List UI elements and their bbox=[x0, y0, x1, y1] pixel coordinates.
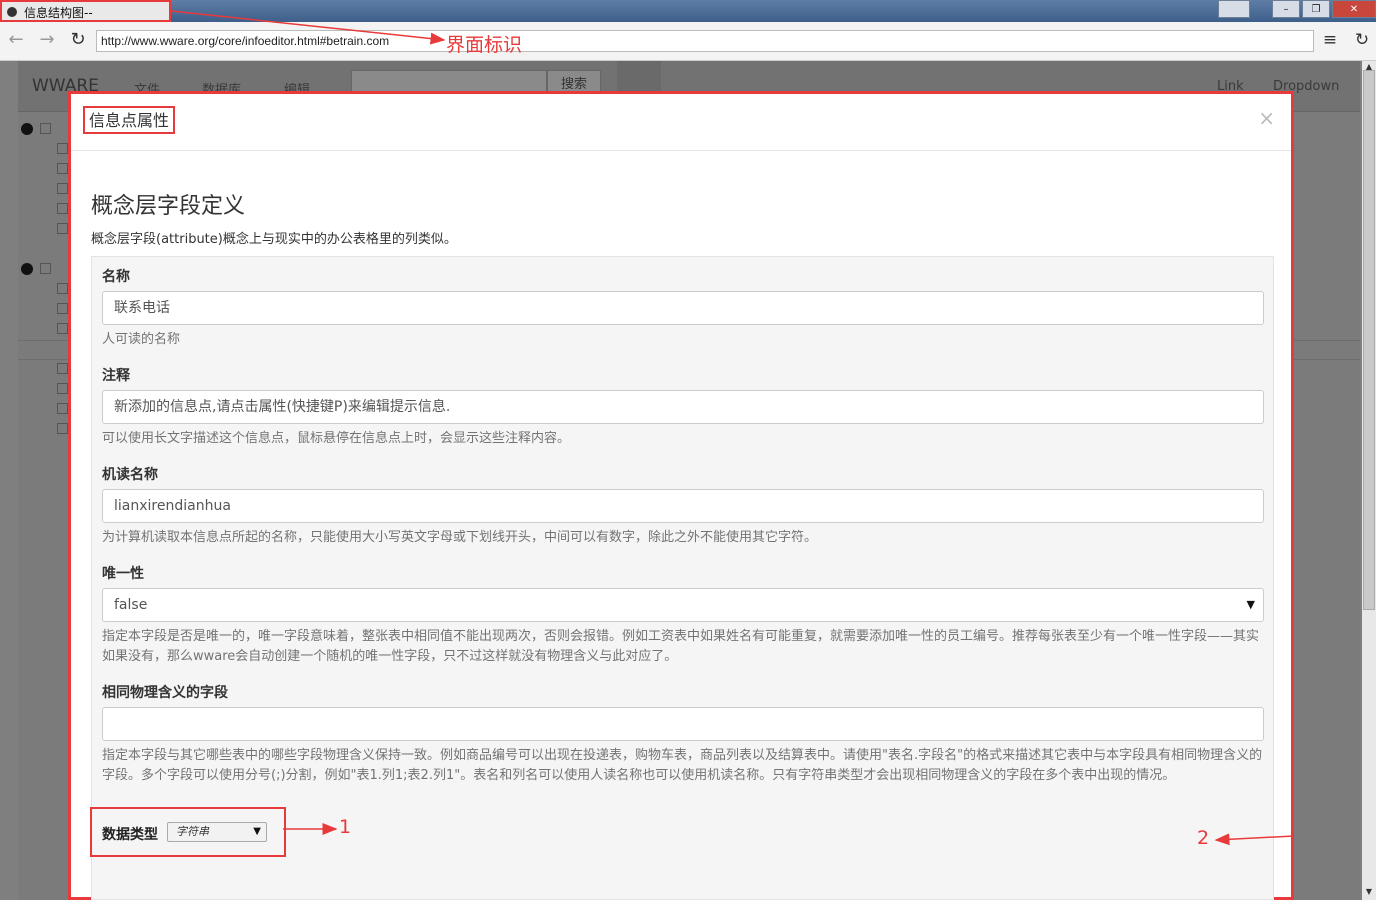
browser-tab[interactable]: 信息结构图--betrain.com bbox=[0, 0, 171, 42]
checkbox-icon bbox=[57, 403, 68, 414]
attribute-modal: 信息点属性 × 概念层字段定义 概念层字段(attribute)概念上与现实中的… bbox=[68, 91, 1294, 900]
machine-name-input[interactable]: lianxirendianhua bbox=[102, 489, 1264, 523]
checkbox-icon bbox=[57, 223, 68, 234]
close-icon[interactable]: × bbox=[1258, 106, 1275, 130]
checkbox-icon bbox=[57, 183, 68, 194]
data-type-label: 数据类型 bbox=[102, 827, 158, 843]
url-input[interactable]: http://www.wware.org/core/infoeditor.htm… bbox=[96, 30, 1314, 52]
minimize-button[interactable]: – bbox=[1272, 0, 1300, 18]
marker-1-label: 1 bbox=[339, 816, 352, 838]
checkbox-icon bbox=[57, 323, 68, 334]
same-physical-help: 指定本字段与其它哪些表中的哪些字段物理含义保持一致。例如商品编号可以出现在投递表… bbox=[102, 748, 1263, 783]
unique-label: 唯一性 bbox=[102, 566, 144, 582]
comment-help: 可以使用长文字描述这个信息点，鼠标悬停在信息点上时，会显示这些注释内容。 bbox=[102, 431, 571, 446]
section-description: 概念层字段(attribute)概念上与现实中的办公表格里的列类似。 bbox=[91, 232, 457, 247]
same-physical-label: 相同物理含义的字段 bbox=[102, 685, 228, 701]
checkbox-icon bbox=[57, 423, 68, 434]
scroll-up-icon[interactable]: ▲ bbox=[1362, 62, 1376, 72]
form-well bbox=[91, 256, 1274, 900]
extension-icon[interactable] bbox=[1218, 0, 1250, 18]
checkbox-icon bbox=[57, 203, 68, 214]
collapse-icon bbox=[21, 263, 33, 275]
marker-2-label: 2 bbox=[1197, 827, 1210, 849]
back-icon[interactable]: ← bbox=[6, 30, 26, 50]
node-icon bbox=[40, 263, 51, 274]
checkbox-icon bbox=[57, 303, 68, 314]
comment-input[interactable]: 新添加的信息点,请点击属性(快捷键P)来编辑提示信息. bbox=[102, 390, 1264, 424]
checkbox-icon bbox=[57, 163, 68, 174]
favicon-icon bbox=[7, 7, 17, 17]
comment-label: 注释 bbox=[102, 368, 130, 384]
machine-name-help: 为计算机读取本信息点所起的名称，只能使用大小写英文字母或下划线开头，中间可以有数… bbox=[102, 530, 818, 545]
unique-help: 指定本字段是否是唯一的，唯一字段意味着，整张表中相同值不能出现两次，否则会报错。… bbox=[102, 629, 1260, 664]
forward-icon[interactable]: → bbox=[37, 30, 57, 50]
scrollbar-thumb[interactable] bbox=[1363, 70, 1375, 610]
modal-header: 信息点属性 × bbox=[71, 94, 1291, 151]
checkbox-icon bbox=[57, 363, 68, 374]
checkbox-icon bbox=[57, 283, 68, 294]
menu-icon[interactable]: ≡ bbox=[1320, 30, 1340, 50]
checkbox-icon bbox=[57, 383, 68, 394]
name-input[interactable]: 联系电话 bbox=[102, 291, 1264, 325]
select-caret-icon: ▼ bbox=[1246, 598, 1255, 611]
unique-value: false bbox=[114, 597, 148, 613]
scroll-down-icon[interactable]: ▼ bbox=[1362, 887, 1376, 897]
close-window-button[interactable]: ✕ bbox=[1332, 0, 1376, 18]
data-type-value: 字符串 bbox=[176, 825, 209, 838]
reload-icon[interactable]: ↻ bbox=[68, 30, 88, 50]
same-physical-input[interactable] bbox=[102, 707, 1264, 741]
section-title: 概念层字段定义 bbox=[91, 194, 246, 219]
checkbox-icon bbox=[57, 143, 68, 154]
unique-select[interactable]: false ▼ bbox=[102, 588, 1264, 622]
data-type-select[interactable]: 字符串 ▼ bbox=[167, 822, 267, 842]
interface-label-annotation: 界面标识 bbox=[446, 34, 523, 56]
modal-title: 信息点属性 bbox=[83, 106, 176, 134]
browser-toolbar: ← → ↻ http://www.wware.org/core/infoedit… bbox=[0, 22, 1376, 61]
name-label: 名称 bbox=[102, 269, 130, 285]
node-icon bbox=[40, 123, 51, 134]
select-caret-icon: ▼ bbox=[253, 826, 261, 837]
machine-name-label: 机读名称 bbox=[102, 467, 158, 483]
name-help: 人可读的名称 bbox=[102, 332, 181, 347]
window-controls: – ❐ ✕ bbox=[1216, 0, 1376, 20]
collapse-icon bbox=[21, 123, 33, 135]
restore-button[interactable]: ❐ bbox=[1302, 0, 1330, 18]
reload-right-icon[interactable]: ↻ bbox=[1352, 30, 1372, 50]
window-titlebar: 信息结构图--betrain.com – ❐ ✕ bbox=[0, 0, 1376, 42]
